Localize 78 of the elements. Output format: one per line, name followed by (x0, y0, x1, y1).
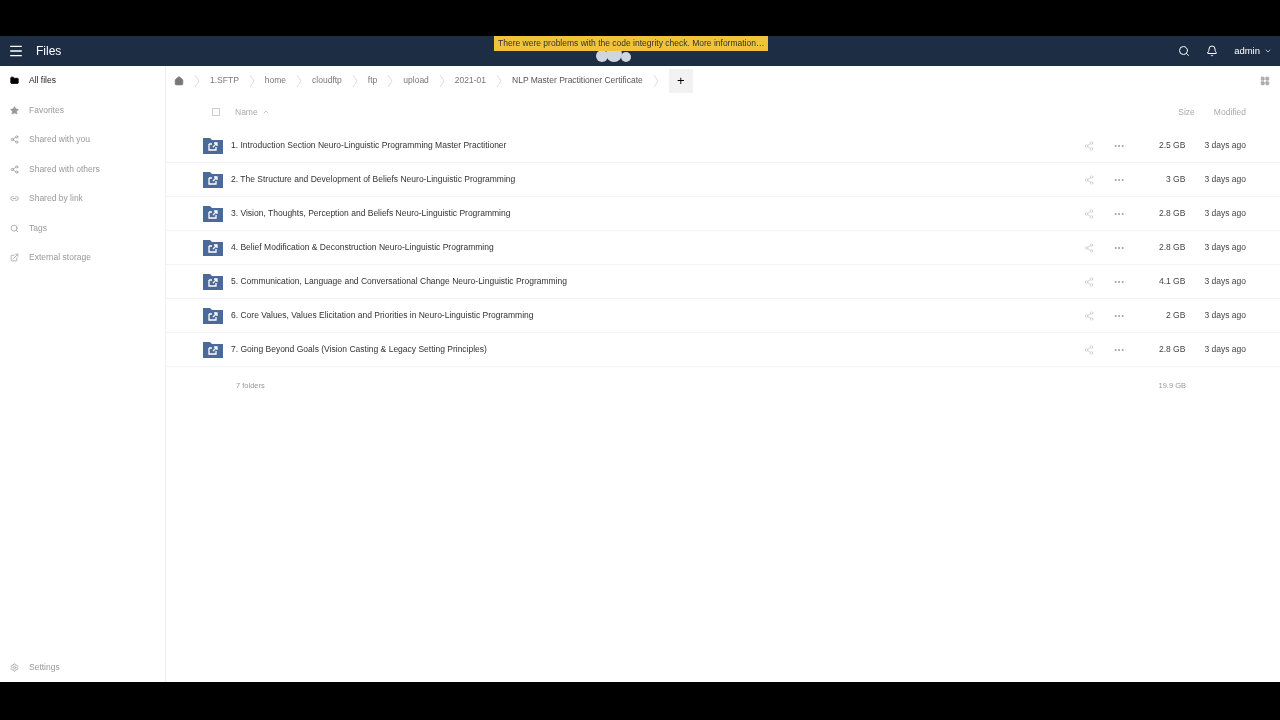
integrity-warning[interactable]: There were problems with the code integrity check. More information… (494, 36, 769, 51)
file-row[interactable]: 5. Communication, Language and Conversational Change Neuro-Linguistic Programming 4.1 GB 3 days ago (166, 265, 1280, 299)
sidebar-item[interactable]: All files (0, 66, 165, 96)
chevron-separator-icon (496, 73, 503, 88)
grid-view-icon[interactable] (1260, 75, 1270, 86)
shared-folder-icon (203, 341, 223, 358)
modified-date: 3 days ago (1204, 241, 1246, 254)
bell-icon[interactable] (1206, 45, 1219, 57)
file-row[interactable]: 6. Core Values, Values Elicitation and Priorities in Neuro-Linguistic Programming 2 GB 3 days ago (166, 299, 1280, 333)
file-size: 2.8 GB (1157, 241, 1186, 254)
breadcrumb[interactable]: cloudftp (312, 74, 342, 87)
file-size: 4.1 GB (1157, 275, 1186, 288)
modified-date: 3 days ago (1204, 139, 1246, 152)
folder-name[interactable]: 7. Going Beyond Goals (Vision Casting & Legacy Setting Principles) (231, 343, 487, 356)
shared-folder-icon (203, 205, 223, 222)
folder-icon (10, 76, 19, 86)
sort-icon (261, 108, 270, 116)
folder-name[interactable]: 1. Introduction Section Neuro-Linguistic Programming Master Practitioner (231, 139, 507, 152)
folder-name[interactable]: 2. The Structure and Development of Beliefs Neuro-Linguistic Programming (231, 173, 516, 186)
share-icon (10, 164, 19, 174)
folder-name[interactable]: 4. Belief Modification & Deconstruction Neuro-Linguistic Programming (231, 241, 494, 254)
search-icon (10, 223, 19, 233)
modified-date: 3 days ago (1204, 207, 1246, 220)
folder-name[interactable]: 6. Core Values, Values Elicitation and Priorities in Neuro-Linguistic Programming (231, 309, 534, 322)
caret-icon (1264, 47, 1272, 55)
shared-folder-icon (203, 273, 223, 290)
select-all-checkbox[interactable] (212, 108, 220, 116)
home-icon[interactable] (174, 75, 184, 86)
file-row[interactable]: 2. The Structure and Development of Beliefs Neuro-Linguistic Programming 3 GB 3 days ago (166, 163, 1280, 197)
file-size: 2.5 GB (1157, 139, 1186, 152)
breadcrumb[interactable]: NLP Master Practitioner Certificate (512, 74, 643, 87)
chevron-separator-icon (296, 73, 303, 88)
new-button[interactable]: + (668, 68, 693, 93)
breadcrumb[interactable]: 1.SFTP (210, 74, 239, 87)
file-size: 2.8 GB (1157, 343, 1186, 356)
file-size: 2 GB (1165, 309, 1186, 322)
folder-name[interactable]: 3. Vision, Thoughts, Perception and Beliefs Neuro-Linguistic Programming (231, 207, 511, 220)
breadcrumb[interactable]: home (264, 74, 287, 87)
file-row[interactable]: 4. Belief Modification & Deconstruction Neuro-Linguistic Programming 2.8 GB 3 days ago (166, 231, 1280, 265)
chevron-separator-icon (351, 73, 358, 88)
file-size: 2.8 GB (1157, 207, 1186, 220)
link-icon (10, 194, 19, 204)
share-icon[interactable] (1084, 208, 1095, 219)
share-icon[interactable] (1084, 174, 1095, 185)
menu-icon[interactable] (8, 43, 24, 59)
chevron-separator-icon (438, 73, 445, 88)
share-icon[interactable] (1084, 242, 1095, 253)
file-row[interactable]: 1. Introduction Section Neuro-Linguistic Programming Master Practitioner 2.5 GB 3 days ago (166, 129, 1280, 163)
modified-date: 3 days ago (1204, 309, 1246, 322)
share-icon[interactable] (1084, 344, 1095, 355)
file-row[interactable]: 3. Vision, Thoughts, Perception and Beliefs Neuro-Linguistic Programming 2.8 GB 3 days ago (166, 197, 1280, 231)
file-row[interactable]: 7. Going Beyond Goals (Vision Casting & Legacy Setting Principles) 2.8 GB 3 days ago (166, 333, 1280, 367)
share-icon[interactable] (1084, 276, 1095, 287)
search-icon[interactable] (1178, 45, 1191, 57)
star-icon (10, 105, 19, 115)
modified-date: 3 days ago (1204, 275, 1246, 288)
shared-folder-icon (203, 137, 223, 154)
shared-folder-icon (203, 171, 223, 188)
chevron-separator-icon (387, 73, 394, 88)
shared-folder-icon (203, 239, 223, 256)
share-icon[interactable] (1084, 310, 1095, 321)
app-title: Files (36, 43, 62, 60)
modified-date: 3 days ago (1204, 343, 1246, 356)
share-icon[interactable] (1084, 140, 1095, 151)
file-size: 3 GB (1165, 173, 1186, 186)
chevron-separator-icon (248, 73, 255, 88)
breadcrumb[interactable]: ftp (367, 74, 378, 87)
chevron-separator-icon (194, 73, 200, 88)
gear-icon (10, 662, 19, 672)
user-menu[interactable]: admin (1234, 43, 1272, 59)
chevron-separator-icon (652, 73, 659, 88)
shared-folder-icon (203, 307, 223, 324)
external-link-icon (10, 253, 19, 263)
modified-date: 3 days ago (1204, 173, 1246, 186)
share-icon (10, 135, 19, 145)
breadcrumb[interactable]: 2021-01 (454, 74, 487, 87)
breadcrumb[interactable]: upload (403, 74, 429, 87)
folder-name[interactable]: 5. Communication, Language and Conversational Change Neuro-Linguistic Programming (231, 275, 567, 288)
